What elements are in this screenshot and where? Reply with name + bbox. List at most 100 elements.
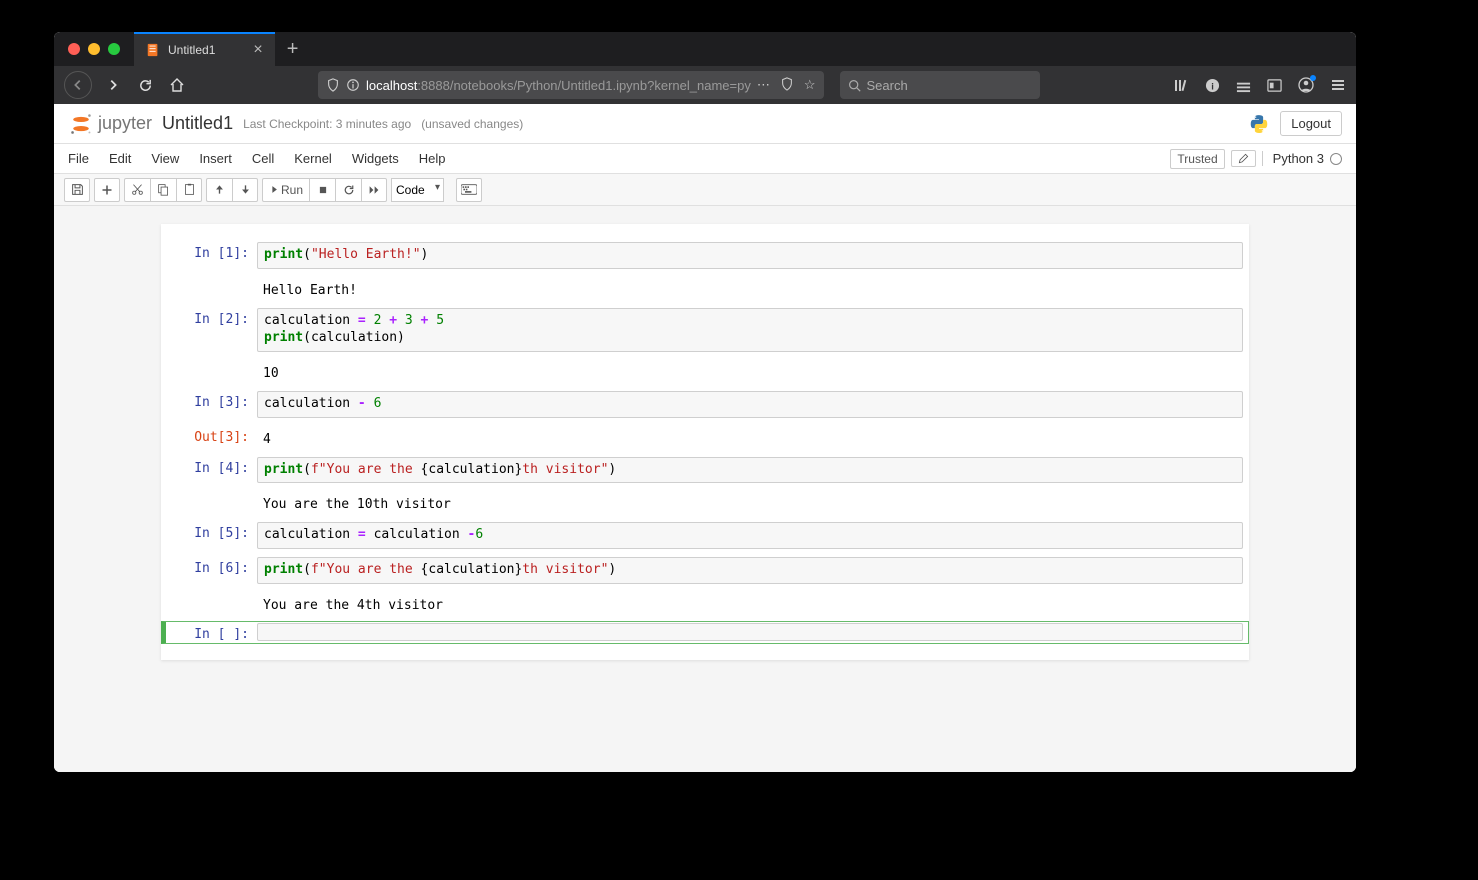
library-icon[interactable]: [1173, 77, 1189, 93]
page-content: jupyter Untitled1 Last Checkpoint: 3 min…: [54, 104, 1356, 772]
menu-edit[interactable]: Edit: [109, 151, 131, 166]
ellipsis-icon[interactable]: ⋯: [757, 77, 770, 93]
stdout-output: 10: [257, 360, 1243, 383]
menu-widgets[interactable]: Widgets: [352, 151, 399, 166]
code-input[interactable]: calculation = 2 + 3 + 5 print(calculatio…: [257, 308, 1243, 352]
code-cell[interactable]: In [ ]:: [161, 621, 1249, 644]
checkpoint-text: Last Checkpoint: 3 minutes ago: [243, 117, 411, 131]
menu-icon[interactable]: [1330, 77, 1346, 93]
logout-button[interactable]: Logout: [1280, 111, 1342, 136]
tab-title: Untitled1: [168, 43, 215, 57]
edit-metadata-button[interactable]: [1231, 150, 1256, 167]
search-box[interactable]: Search: [840, 71, 1040, 99]
code-input[interactable]: print(f"You are the {calculation}th visi…: [257, 457, 1243, 484]
output-row: Hello Earth!: [161, 275, 1249, 302]
menu-cell[interactable]: Cell: [252, 151, 274, 166]
url-host: localhost: [366, 78, 417, 93]
info-icon: [346, 78, 360, 92]
save-button[interactable]: [64, 178, 90, 202]
reload-button[interactable]: [134, 74, 156, 96]
menubar: File Edit View Insert Cell Kernel Widget…: [54, 144, 1356, 174]
close-window-button[interactable]: [68, 43, 80, 55]
paste-button[interactable]: [176, 178, 202, 202]
move-up-button[interactable]: [206, 178, 232, 202]
titlebar: Untitled1 × +: [54, 32, 1356, 66]
result-row: Out[3]:4: [161, 424, 1249, 451]
reader-icon[interactable]: [780, 77, 794, 93]
in-prompt: In [4]:: [167, 457, 257, 484]
in-prompt: In [3]:: [167, 391, 257, 418]
account-icon[interactable]: [1298, 77, 1314, 93]
code-input[interactable]: print(f"You are the {calculation}th visi…: [257, 557, 1243, 584]
kernel-indicator[interactable]: Python 3: [1262, 151, 1342, 166]
toolbar: Run Code: [54, 174, 1356, 206]
code-input[interactable]: calculation - 6: [257, 391, 1243, 418]
close-tab-icon[interactable]: ×: [253, 41, 262, 59]
command-palette-button[interactable]: [456, 178, 482, 202]
code-input[interactable]: [257, 623, 1243, 641]
shield-icon: [326, 78, 340, 92]
execute-result: 4: [257, 426, 1243, 449]
svg-text:i: i: [1211, 81, 1214, 91]
in-prompt: In [6]:: [167, 557, 257, 584]
cut-button[interactable]: [124, 178, 150, 202]
address-bar[interactable]: localhost:8888/notebooks/Python/Untitled…: [318, 71, 824, 99]
in-prompt: In [2]:: [167, 308, 257, 352]
code-cell[interactable]: In [6]:print(f"You are the {calculation}…: [161, 555, 1249, 586]
run-button[interactable]: Run: [262, 178, 309, 202]
menu-insert[interactable]: Insert: [199, 151, 232, 166]
reader-view-icon[interactable]: [1267, 78, 1282, 93]
code-cell[interactable]: In [3]:calculation - 6: [161, 389, 1249, 420]
code-input[interactable]: calculation = calculation -6: [257, 522, 1243, 549]
code-cell[interactable]: In [1]:print("Hello Earth!"): [161, 240, 1249, 271]
toolbar-right-icons: i: [1173, 77, 1346, 93]
trusted-indicator[interactable]: Trusted: [1170, 149, 1224, 169]
search-placeholder: Search: [867, 78, 908, 93]
traffic-lights: [54, 43, 134, 55]
menu-view[interactable]: View: [151, 151, 179, 166]
unsaved-text: (unsaved changes): [421, 117, 523, 131]
url-toolbar: localhost:8888/notebooks/Python/Untitled…: [54, 66, 1356, 104]
copy-button[interactable]: [150, 178, 176, 202]
browser-tab[interactable]: Untitled1 ×: [134, 32, 275, 66]
back-button[interactable]: [64, 71, 92, 99]
code-cell[interactable]: In [5]:calculation = calculation -6: [161, 520, 1249, 551]
maximize-window-button[interactable]: [108, 43, 120, 55]
output-row: You are the 10th visitor: [161, 489, 1249, 516]
code-input[interactable]: print("Hello Earth!"): [257, 242, 1243, 269]
sidebar-icon[interactable]: [1236, 78, 1251, 93]
stdout-output: You are the 4th visitor: [257, 592, 1243, 615]
output-row: You are the 4th visitor: [161, 590, 1249, 617]
search-icon: [848, 79, 861, 92]
in-prompt: In [ ]:: [167, 623, 257, 642]
restart-button[interactable]: [335, 178, 361, 202]
bookmark-star-icon[interactable]: ☆: [804, 77, 816, 93]
restart-run-all-button[interactable]: [361, 178, 387, 202]
stdout-output: You are the 10th visitor: [257, 491, 1243, 514]
menu-kernel[interactable]: Kernel: [294, 151, 332, 166]
python-logo-icon: [1248, 113, 1270, 135]
forward-button[interactable]: [102, 74, 124, 96]
notebook-name[interactable]: Untitled1: [162, 113, 233, 134]
cell-type-select[interactable]: Code: [391, 178, 444, 202]
url-path: :8888/notebooks/Python/Untitled1.ipynb?k…: [417, 78, 751, 93]
home-button[interactable]: [166, 74, 188, 96]
add-cell-button[interactable]: [94, 178, 120, 202]
jupyter-header: jupyter Untitled1 Last Checkpoint: 3 min…: [54, 104, 1356, 144]
output-row: 10: [161, 358, 1249, 385]
jupyter-logo[interactable]: jupyter: [68, 111, 152, 137]
new-tab-button[interactable]: +: [275, 38, 311, 61]
move-down-button[interactable]: [232, 178, 258, 202]
menu-help[interactable]: Help: [419, 151, 446, 166]
notebook-container: In [1]:print("Hello Earth!") Hello Earth!…: [54, 206, 1356, 772]
minimize-window-button[interactable]: [88, 43, 100, 55]
in-prompt: In [1]:: [167, 242, 257, 269]
help-icon[interactable]: i: [1205, 78, 1220, 93]
code-cell[interactable]: In [4]:print(f"You are the {calculation}…: [161, 455, 1249, 486]
notebook: In [1]:print("Hello Earth!") Hello Earth!…: [161, 224, 1249, 660]
out-prompt: Out[3]:: [167, 426, 257, 449]
code-cell[interactable]: In [2]:calculation = 2 + 3 + 5 print(cal…: [161, 306, 1249, 354]
interrupt-button[interactable]: [309, 178, 335, 202]
menu-file[interactable]: File: [68, 151, 89, 166]
notebook-icon: [146, 43, 160, 57]
